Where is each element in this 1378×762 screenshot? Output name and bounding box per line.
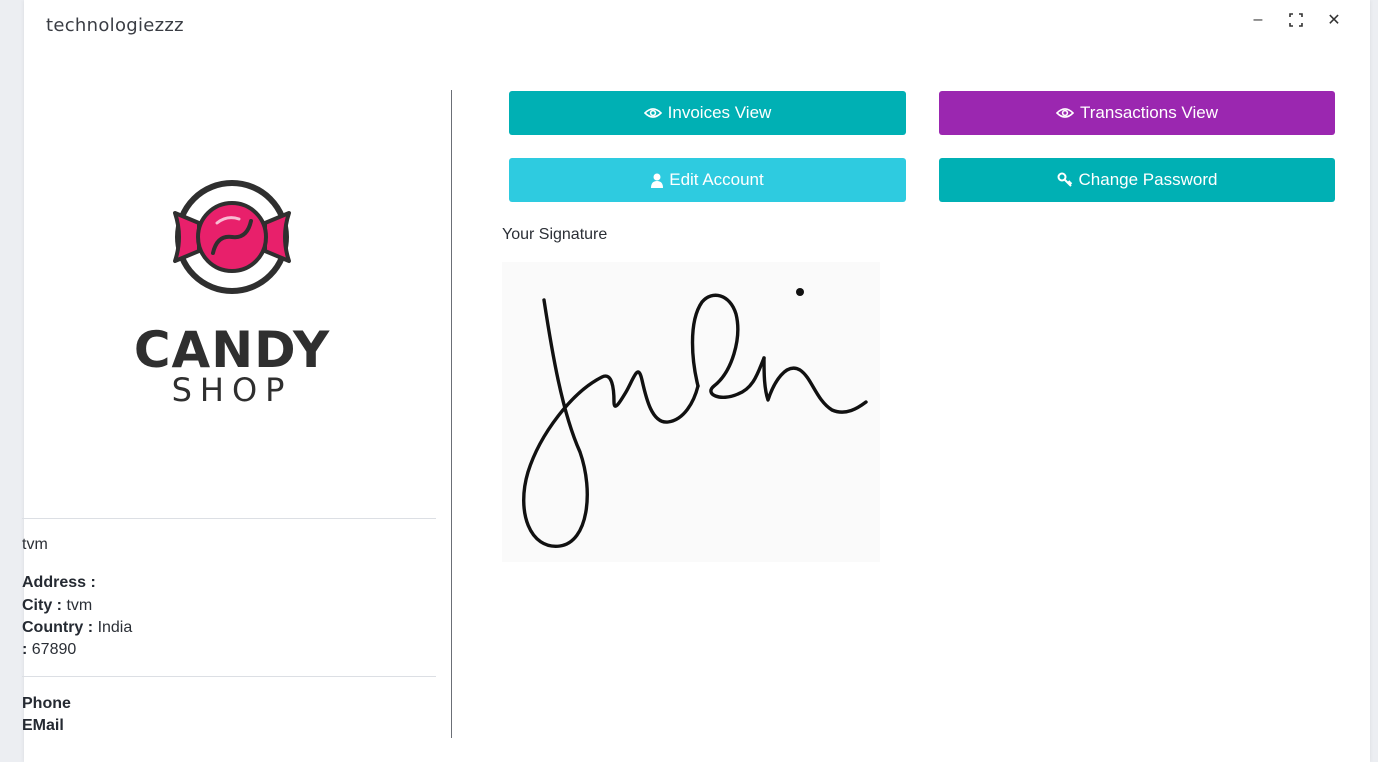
divider [22, 676, 436, 677]
maximize-button[interactable] [1286, 10, 1306, 30]
logo-text-shop: SHOP [171, 371, 293, 409]
logo-text-candy: CANDY [133, 321, 331, 379]
close-button[interactable]: ✕ [1324, 10, 1344, 30]
logo: CANDY SHOP [117, 175, 347, 415]
email-row: EMail [22, 717, 64, 735]
edit-account-button[interactable]: Edit Account [509, 158, 906, 202]
pin-row: : 67890 [22, 641, 76, 659]
maximize-icon [1289, 13, 1303, 27]
change-password-label: Change Password [1078, 170, 1218, 189]
signature-image [502, 262, 880, 562]
city-label: City : [22, 597, 62, 614]
key-icon [1057, 172, 1073, 188]
eye-icon [1056, 107, 1075, 119]
change-password-button[interactable]: Change Password [939, 158, 1335, 202]
signature-label: Your Signature [502, 226, 608, 243]
window-controls: – ✕ [1248, 10, 1344, 30]
column-divider [451, 90, 452, 738]
city-row: City : tvm [22, 597, 92, 615]
divider [22, 518, 436, 519]
country-value: India [97, 619, 133, 636]
country-label: Country : [22, 619, 94, 636]
invoices-view-button[interactable]: Invoices View [509, 91, 906, 135]
city-value: tvm [66, 597, 93, 614]
address-label: Address : [22, 574, 96, 591]
eye-icon [643, 107, 662, 119]
invoices-view-label: Invoices View [667, 103, 772, 122]
user-icon [651, 173, 664, 188]
phone-row: Phone [22, 695, 71, 713]
profile-panel: CANDY SHOP tvm Address : City : tvm Coun… [22, 90, 436, 738]
edit-account-label: Edit Account [669, 170, 764, 189]
country-row: Country : India [22, 619, 132, 637]
address-row: Address : [22, 574, 96, 592]
pin-value: 67890 [31, 641, 77, 658]
profile-name: tvm [22, 536, 48, 553]
transactions-view-label: Transactions View [1080, 103, 1218, 122]
signature-drawing [522, 288, 868, 548]
transactions-view-button[interactable]: Transactions View [939, 91, 1335, 135]
pin-label: : [22, 641, 28, 658]
phone-label: Phone [22, 695, 71, 712]
minimize-button[interactable]: – [1248, 10, 1268, 30]
email-label: EMail [22, 717, 64, 734]
window-title: technologiezzz [46, 15, 184, 36]
